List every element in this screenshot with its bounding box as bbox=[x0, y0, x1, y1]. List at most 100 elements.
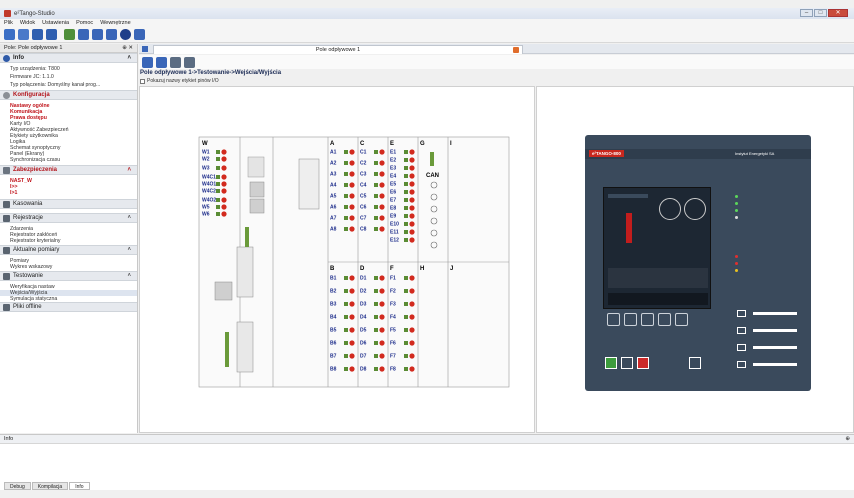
checkbox-label: Pokazuj nazwy etykiet pinów I/O bbox=[147, 78, 219, 84]
menu-pomoc[interactable]: Pomoc bbox=[76, 20, 93, 26]
io-pin-label: E4 bbox=[390, 174, 396, 180]
section-label: Aktualne pomiary bbox=[13, 247, 60, 253]
section-konfiguracja[interactable]: Konfiguracja bbox=[0, 90, 137, 100]
io-pin-label: F1 bbox=[390, 276, 396, 282]
io-pin-state-indicator bbox=[349, 301, 355, 307]
io-pin-label: E11 bbox=[390, 230, 399, 236]
io-pin-label: B1 bbox=[330, 276, 337, 282]
io-pin-label: E10 bbox=[390, 222, 399, 228]
fkey-button[interactable] bbox=[641, 313, 654, 326]
transfer-icon[interactable] bbox=[92, 29, 103, 40]
close-tab-icon[interactable] bbox=[513, 47, 519, 53]
io-pin-state-indicator bbox=[409, 149, 415, 155]
fkey-button[interactable] bbox=[624, 313, 637, 326]
io-pin-state-indicator bbox=[379, 149, 385, 155]
menu-widok[interactable]: Widok bbox=[20, 20, 35, 26]
io-pin-state-indicator bbox=[379, 288, 385, 294]
io-pin-terminal bbox=[374, 289, 378, 293]
minimize-button[interactable]: – bbox=[800, 9, 813, 17]
module-block bbox=[249, 198, 265, 214]
io-pin-state-indicator bbox=[409, 340, 415, 346]
save-all-icon[interactable] bbox=[46, 29, 57, 40]
io-pin-label: W4C1 bbox=[202, 175, 216, 181]
io-pin-terminal bbox=[344, 367, 348, 371]
col-header-e: E bbox=[390, 141, 394, 147]
report-icon[interactable] bbox=[134, 29, 145, 40]
view-grid-icon[interactable] bbox=[184, 57, 195, 68]
close-breaker-button[interactable] bbox=[605, 357, 617, 369]
new-project-icon[interactable] bbox=[4, 29, 15, 40]
io-pin-terminal bbox=[216, 175, 220, 179]
io-pin-terminal bbox=[404, 158, 408, 162]
tree-item[interactable]: Synchronizacja czasu bbox=[0, 157, 137, 163]
select-button[interactable] bbox=[621, 357, 633, 369]
io-pin-label: W4O1 bbox=[202, 182, 216, 188]
chevron-up-icon[interactable]: ˄ bbox=[127, 215, 131, 221]
write-device-icon[interactable] bbox=[78, 29, 89, 40]
io-pin-terminal bbox=[344, 216, 348, 220]
io-pin-state-indicator bbox=[349, 275, 355, 281]
show-labels-checkbox[interactable]: Pokazuj nazwy etykiet pinów I/O bbox=[140, 78, 219, 84]
read-io-icon[interactable] bbox=[142, 57, 153, 68]
measurement-icon bbox=[3, 246, 10, 254]
chevron-up-icon[interactable]: ˄ bbox=[127, 247, 131, 253]
col-header-b: B bbox=[330, 266, 335, 272]
write-io-icon[interactable] bbox=[156, 57, 167, 68]
tab-pole-odplywowe[interactable]: Pole odpływowe 1 bbox=[153, 45, 523, 54]
chevron-up-icon[interactable]: ˄ bbox=[127, 167, 131, 173]
maximize-button[interactable]: □ bbox=[814, 9, 827, 17]
tab-kompilacja[interactable]: Kompilacja bbox=[31, 482, 69, 490]
section-info[interactable]: Info ˄ bbox=[0, 53, 137, 63]
fkey-button[interactable] bbox=[675, 313, 688, 326]
io-pin-terminal bbox=[374, 161, 378, 165]
fkey-button[interactable] bbox=[658, 313, 671, 326]
view-list-icon[interactable] bbox=[170, 57, 181, 68]
io-pin-label: W1 bbox=[202, 150, 210, 156]
io-pin-terminal bbox=[404, 328, 408, 332]
io-pin-state-indicator bbox=[409, 288, 415, 294]
io-pin-terminal bbox=[374, 341, 378, 345]
checkbox-box[interactable] bbox=[140, 78, 145, 84]
confirm-button[interactable] bbox=[689, 357, 701, 369]
tab-menu-icon[interactable] bbox=[142, 46, 148, 52]
chevron-up-icon[interactable]: ˄ bbox=[127, 273, 131, 279]
section-pomiary[interactable]: Aktualne pomiary ˄ bbox=[0, 245, 137, 255]
section-pliki-offline[interactable]: Pliki offline bbox=[0, 302, 137, 312]
section-kasowania[interactable]: Kasowania bbox=[0, 199, 137, 209]
io-pin-label: B7 bbox=[330, 354, 337, 360]
close-button[interactable]: ✕ bbox=[828, 9, 848, 17]
menu-ustawienia[interactable]: Ustawienia bbox=[42, 20, 69, 26]
pin-icon[interactable]: ⊕ bbox=[845, 435, 850, 443]
section-rejestracje[interactable]: Rejestracje ˄ bbox=[0, 213, 137, 223]
pin-icon[interactable]: ⊕ ✕ bbox=[122, 45, 133, 51]
io-pin-terminal bbox=[374, 183, 378, 187]
open-icon[interactable] bbox=[18, 29, 29, 40]
section-testowanie[interactable]: Testowanie ˄ bbox=[0, 271, 137, 281]
panel-title: Pole: Pole odpływowe 1 bbox=[4, 45, 63, 51]
save-icon[interactable] bbox=[32, 29, 43, 40]
compare-icon[interactable] bbox=[106, 29, 117, 40]
fkey-button[interactable] bbox=[607, 313, 620, 326]
io-pin-state-indicator bbox=[349, 314, 355, 320]
bottom-tabs: Debug Kompilacja Info bbox=[0, 482, 90, 491]
tree-item[interactable]: I>1 bbox=[0, 190, 137, 196]
menu-wewnetrzne[interactable]: Wewnętrzne bbox=[100, 20, 130, 26]
tab-debug[interactable]: Debug bbox=[4, 482, 31, 490]
io-pin-label: F5 bbox=[390, 328, 396, 334]
tree-item[interactable]: Rejestrator kryterialny bbox=[0, 238, 137, 244]
io-pin-label: A4 bbox=[330, 183, 337, 189]
tab-info[interactable]: Info bbox=[69, 482, 90, 490]
menu-plik[interactable]: Plik bbox=[4, 20, 13, 26]
reset-icon bbox=[3, 200, 10, 208]
section-zabezpieczenia[interactable]: Zabezpieczenia ˄ bbox=[0, 165, 137, 175]
chevron-up-icon[interactable]: ˄ bbox=[127, 55, 131, 61]
title-bar: e²Tango-Studio – □ ✕ bbox=[0, 8, 854, 19]
io-pin-label: W5 bbox=[202, 205, 210, 211]
io-pin-label: W3 bbox=[202, 166, 210, 172]
read-device-icon[interactable] bbox=[64, 29, 75, 40]
tree-item[interactable]: Wykres wskazowy bbox=[0, 264, 137, 270]
io-pin-state-indicator bbox=[379, 215, 385, 221]
help-icon[interactable] bbox=[120, 29, 131, 40]
io-pin-label: C8 bbox=[360, 227, 367, 233]
open-breaker-button[interactable] bbox=[637, 357, 649, 369]
